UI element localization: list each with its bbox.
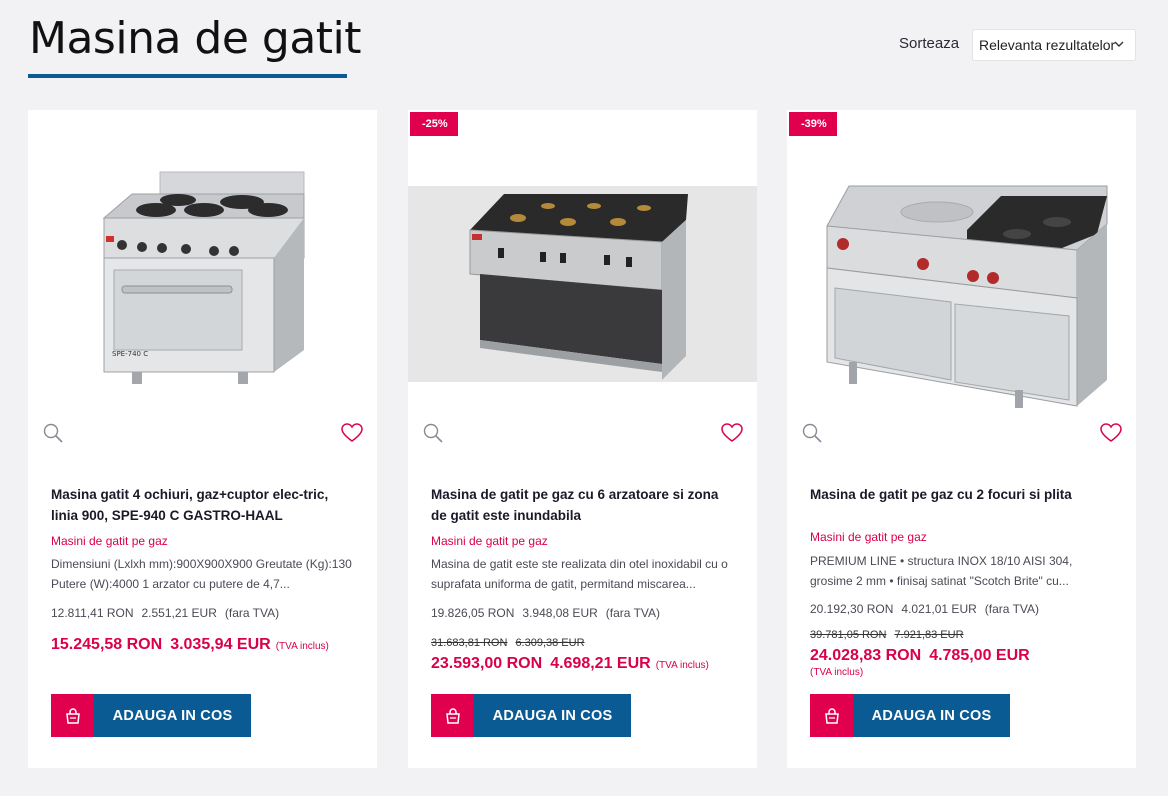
product-image[interactable]: SPE-740 C	[28, 110, 377, 410]
net-price-note: (fara TVA)	[224, 606, 280, 620]
sort-label: Sorteaza	[899, 35, 960, 52]
price-eur: 4.698,21 EUR	[550, 655, 651, 672]
product-card: -39% Masina de gatit pe gaz cu 2 focuri …	[787, 110, 1136, 768]
zoom-icon[interactable]	[42, 422, 64, 444]
net-price-eur: 4.021,01 EUR	[901, 602, 977, 616]
discount-badge: -25%	[410, 112, 458, 136]
final-price: 24.028,83 RON 4.785,00 EUR	[810, 647, 1030, 665]
net-price-eur: 3.948,08 EUR	[522, 606, 598, 620]
chevron-down-icon	[1114, 41, 1124, 47]
product-title[interactable]: Masina de gatit pe gaz cu 6 arzatoare si…	[431, 484, 731, 526]
add-to-cart-label: ADAUGA IN COS	[94, 694, 251, 737]
shopping-bag-icon	[51, 694, 94, 737]
add-to-cart-label: ADAUGA IN COS	[853, 694, 1010, 737]
price-ron: 24.028,83 RON	[810, 647, 922, 664]
old-price-ron: 31.683,81 RON	[431, 637, 508, 649]
final-price: 15.245,58 RON 3.035,94 EUR (TVA inclus)	[51, 636, 329, 654]
net-price: 12.811,41 RON 2.551,21 EUR (fara TVA)	[51, 606, 287, 620]
product-title[interactable]: Masina de gatit pe gaz cu 2 focuri si pl…	[810, 484, 1110, 505]
zoom-icon[interactable]	[801, 422, 823, 444]
net-price: 20.192,30 RON 4.021,01 EUR (fara TVA)	[810, 602, 1047, 616]
product-image[interactable]	[408, 110, 757, 410]
price-ron: 15.245,58 RON	[51, 636, 163, 653]
price-ron: 23.593,00 RON	[431, 655, 543, 672]
old-price-eur: 6.309,38 EUR	[515, 637, 585, 649]
add-to-cart-label: ADAUGA IN COS	[474, 694, 631, 737]
heart-icon[interactable]	[721, 423, 743, 443]
net-price-ron: 12.811,41 RON	[51, 606, 134, 620]
tva-note: (TVA inclus)	[275, 641, 329, 652]
product-description: Dimensiuni (Lxlxh mm):900X900X900 Greuta…	[51, 557, 352, 591]
net-price-note: (fara TVA)	[984, 602, 1040, 616]
net-price-note: (fara TVA)	[605, 606, 661, 620]
shopping-bag-icon	[431, 694, 474, 737]
add-to-cart-button[interactable]: ADAUGA IN COS	[431, 694, 631, 737]
sort-select-value: Relevanta rezultatelor	[979, 37, 1116, 53]
net-price: 19.826,05 RON 3.948,08 EUR (fara TVA)	[431, 606, 668, 620]
old-price: 39.781,05 RON 7.921,83 EUR	[810, 629, 972, 641]
add-to-cart-button[interactable]: ADAUGA IN COS	[51, 694, 251, 737]
old-price-eur: 7.921,83 EUR	[894, 629, 964, 641]
stove-6-burner-image	[408, 110, 757, 410]
old-price-ron: 39.781,05 RON	[810, 629, 887, 641]
add-to-cart-button[interactable]: ADAUGA IN COS	[810, 694, 1010, 737]
product-image[interactable]	[787, 110, 1136, 410]
shopping-bag-icon	[810, 694, 853, 737]
model-label: SPE-740 C	[112, 350, 148, 358]
product-description: Masina de gatit este ste realizata din o…	[431, 557, 728, 591]
net-price-ron: 19.826,05 RON	[431, 606, 515, 620]
product-category-link[interactable]: Masini de gatit pe gaz	[810, 530, 927, 544]
price-eur: 4.785,00 EUR	[929, 647, 1030, 664]
tva-note: (TVA inclus)	[655, 660, 709, 671]
zoom-icon[interactable]	[422, 422, 444, 444]
product-description: PREMIUM LINE • structura INOX 18/10 AISI…	[810, 554, 1073, 588]
net-price-ron: 20.192,30 RON	[810, 602, 894, 616]
old-price: 31.683,81 RON 6.309,38 EUR	[431, 637, 593, 649]
heart-icon[interactable]	[341, 423, 363, 443]
sort-select[interactable]: Relevanta rezultatelor	[972, 29, 1136, 61]
product-card: -25% Masina de gatit pe gaz cu 6 arzatoa…	[408, 110, 757, 768]
price-eur: 3.035,94 EUR	[170, 636, 271, 653]
title-underline	[28, 74, 347, 78]
stove-griddle-image	[787, 110, 1136, 410]
product-title[interactable]: Masina gatit 4 ochiuri, gaz+cuptor elec-…	[51, 484, 351, 526]
heart-icon[interactable]	[1100, 423, 1122, 443]
discount-badge: -39%	[789, 112, 837, 136]
tva-note: (TVA inclus)	[810, 667, 864, 678]
stove-oven-image: SPE-740 C	[28, 110, 377, 410]
page-title: Masina de gatit	[29, 13, 362, 64]
final-price: 23.593,00 RON 4.698,21 EUR (TVA inclus)	[431, 655, 709, 673]
product-category-link[interactable]: Masini de gatit pe gaz	[431, 534, 548, 548]
product-category-link[interactable]: Masini de gatit pe gaz	[51, 534, 168, 548]
net-price-eur: 2.551,21 EUR	[141, 606, 217, 620]
product-card: SPE-740 C Masina gatit 4 ochiuri, gaz+cu…	[28, 110, 377, 768]
